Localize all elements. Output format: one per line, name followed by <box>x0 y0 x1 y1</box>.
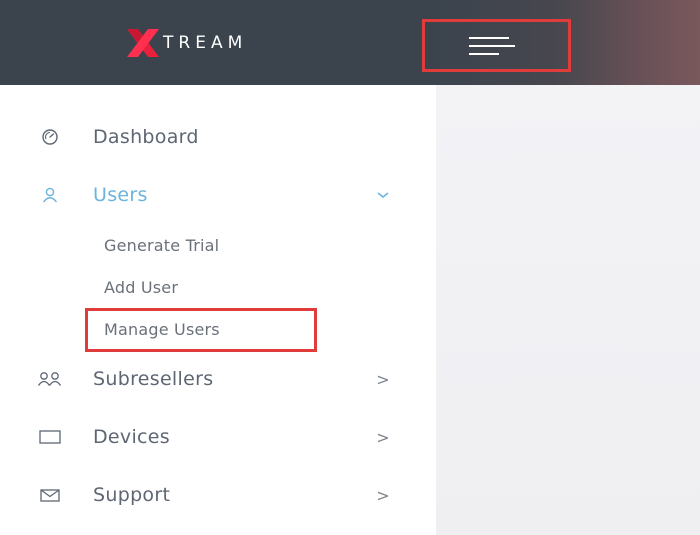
manage-users-highlight <box>85 308 317 352</box>
logo[interactable]: TREAM <box>125 27 247 59</box>
chevron-right-icon: > <box>376 427 390 447</box>
sidebar-item-subresellers[interactable]: Subresellers > <box>0 359 436 399</box>
sidebar-item-label: Devices <box>93 426 170 448</box>
submenu-item-label: Generate Trial <box>104 235 220 255</box>
monitor-icon <box>38 427 62 447</box>
logo-x-icon <box>127 29 159 57</box>
sidebar-item-users[interactable]: Users <box>0 175 436 215</box>
users-icon <box>37 369 63 389</box>
sidebar-item-label: Subresellers <box>93 368 214 390</box>
sidebar-item-devices[interactable]: Devices > <box>0 417 436 457</box>
menu-toggle-button[interactable] <box>422 19 571 72</box>
sidebar-item-support[interactable]: Support > <box>0 475 436 515</box>
main-content <box>436 85 700 535</box>
submenu-item-generate-trial[interactable]: Generate Trial <box>104 230 219 260</box>
user-icon <box>40 185 60 205</box>
gauge-icon <box>40 127 60 147</box>
sidebar-item-label: Users <box>93 184 148 206</box>
submenu-item-add-user[interactable]: Add User <box>104 272 178 302</box>
hamburger-icon <box>469 36 515 55</box>
top-bar: TREAM <box>0 0 700 85</box>
chevron-down-icon <box>376 190 390 200</box>
chevron-right-icon: > <box>376 485 390 505</box>
envelope-icon <box>38 485 62 505</box>
logo-text: TREAM <box>163 33 248 53</box>
sidebar-item-dashboard[interactable]: Dashboard <box>0 117 436 157</box>
sidebar-item-label: Dashboard <box>93 126 199 148</box>
sidebar-item-label: Support <box>93 484 171 506</box>
app-window: TREAM Dashboard Users Generate Trial Add… <box>0 0 700 535</box>
chevron-right-icon: > <box>376 369 390 389</box>
submenu-item-label: Add User <box>104 277 179 297</box>
